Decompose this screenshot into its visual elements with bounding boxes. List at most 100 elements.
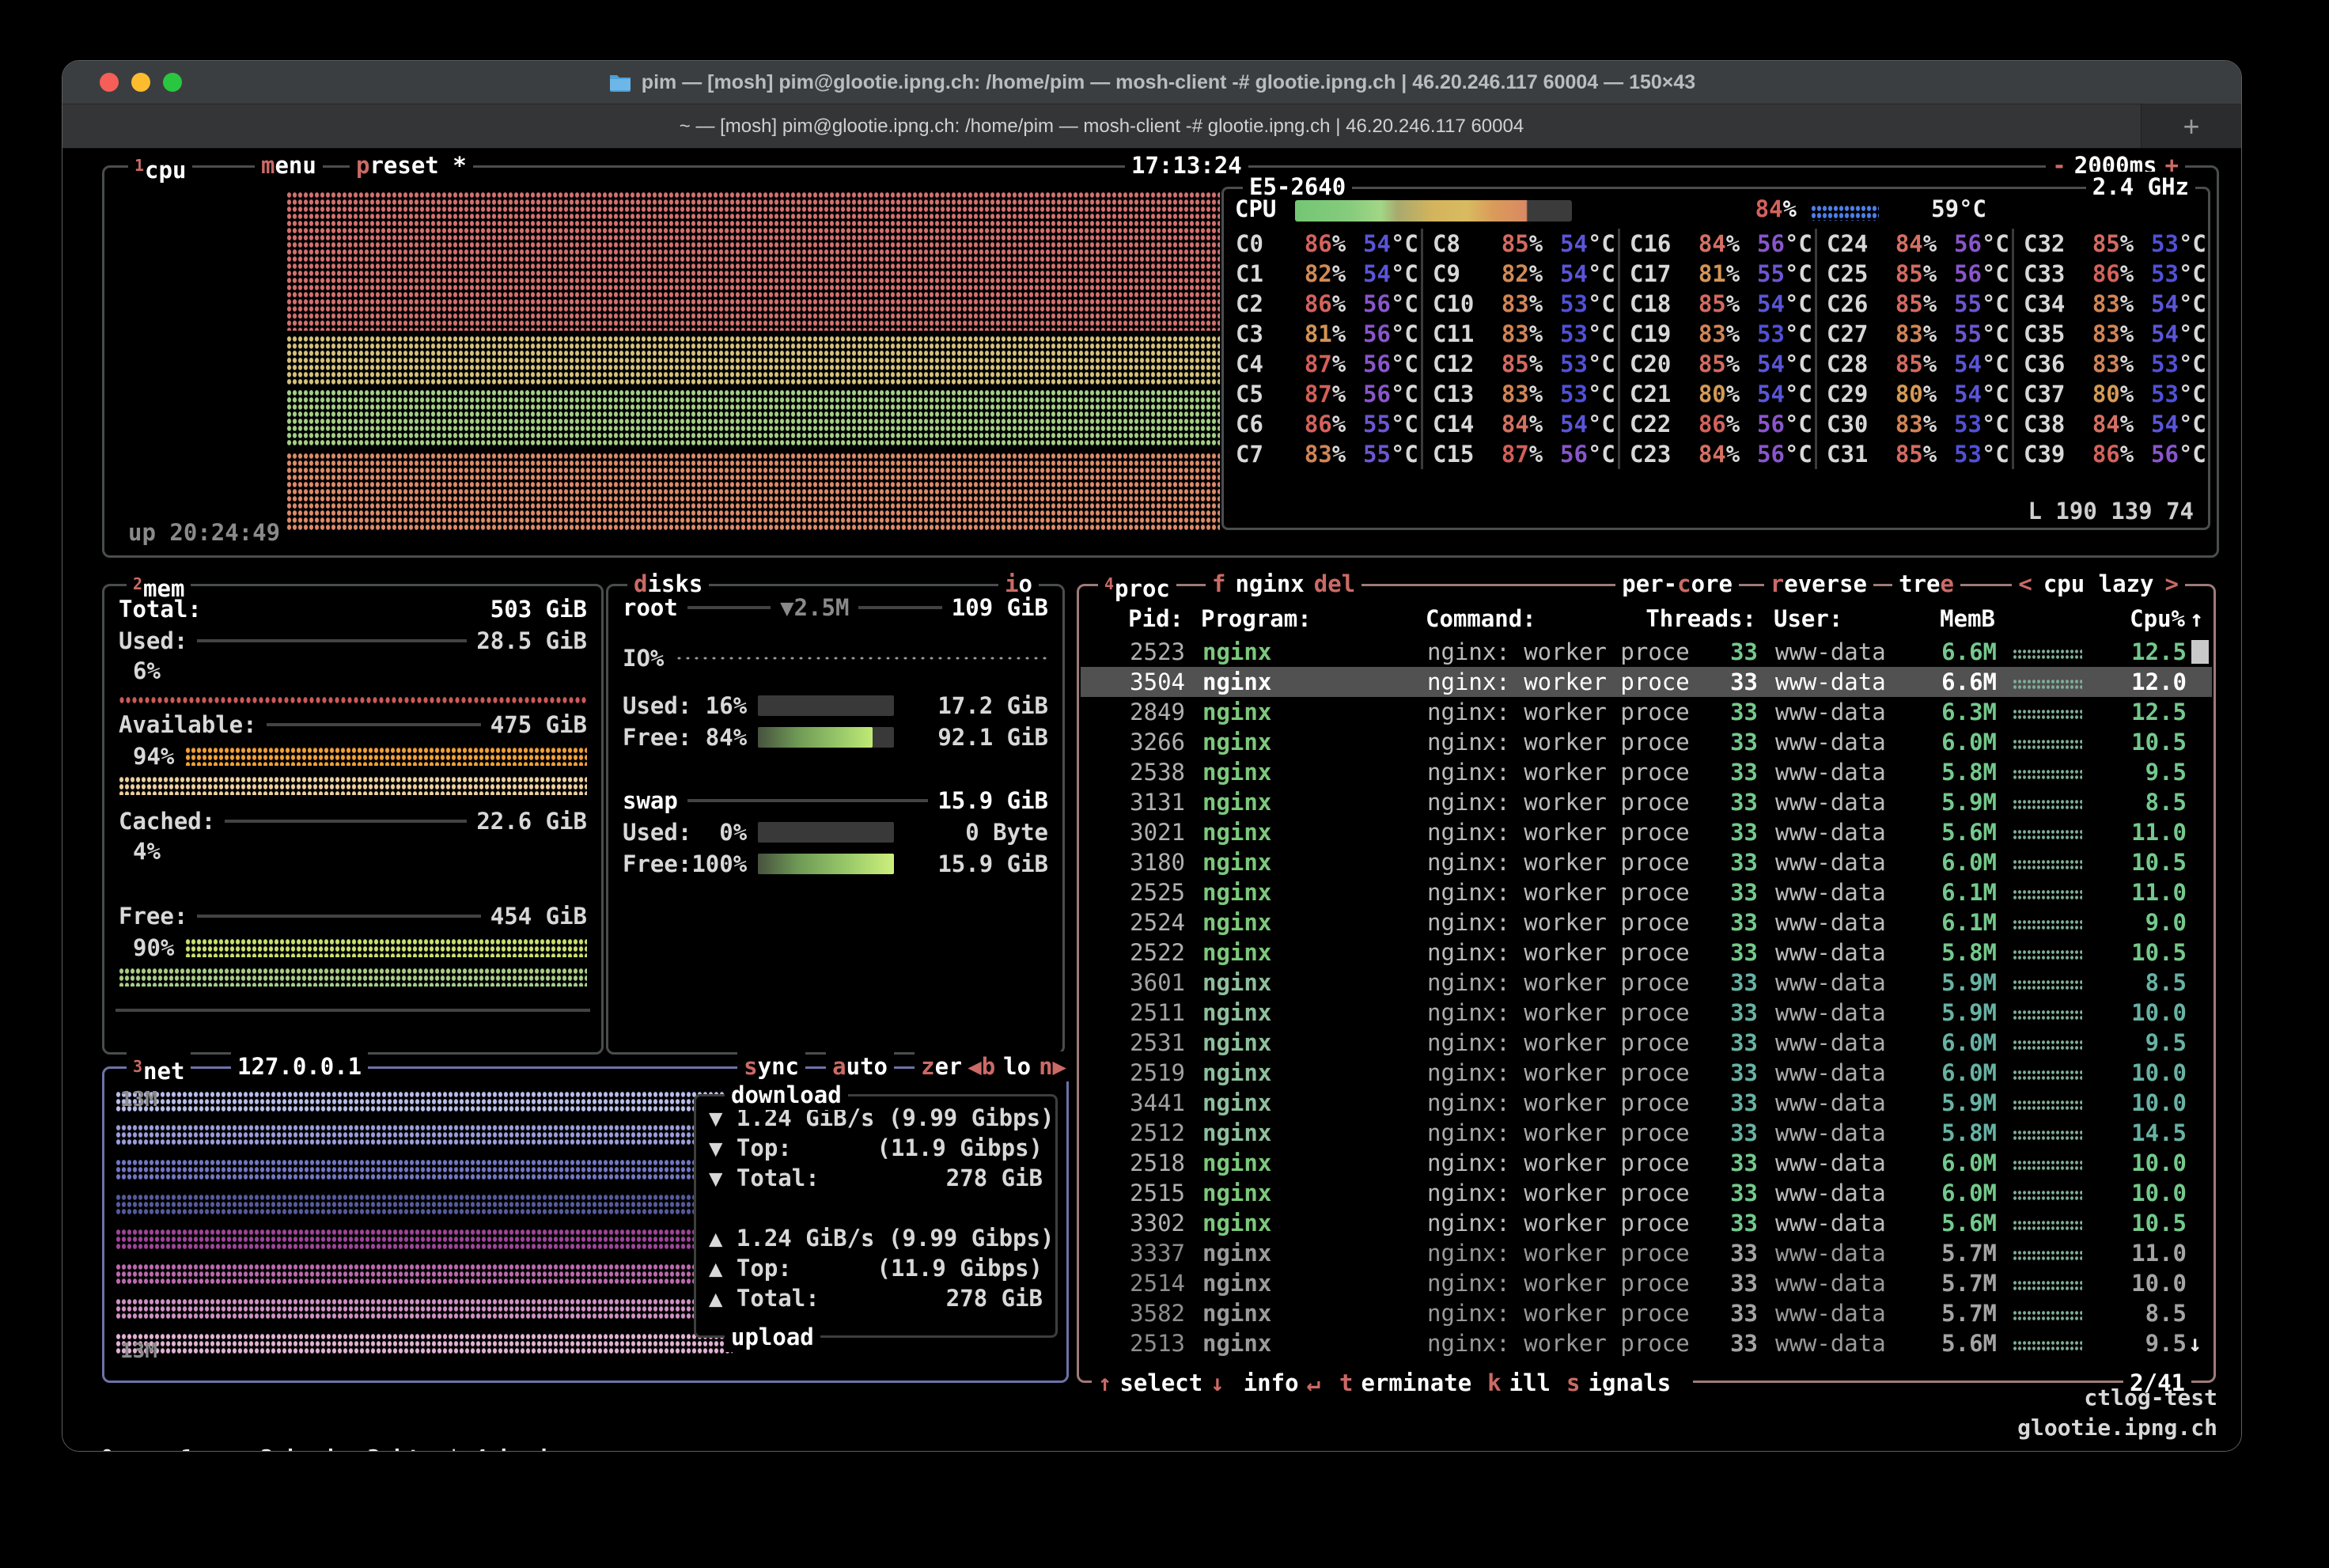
net-auto-button[interactable]: auto bbox=[826, 1051, 894, 1081]
download-label: download bbox=[725, 1080, 848, 1110]
col-command[interactable]: Command: bbox=[1426, 605, 1536, 632]
proc-scrollbar-thumb[interactable] bbox=[2191, 640, 2209, 664]
titlebar: pim — [mosh] pim@glootie.ipng.ch: /home/… bbox=[62, 61, 2241, 104]
process-row[interactable]: 2538nginxnginx: worker proce33www-data5.… bbox=[1081, 757, 2212, 787]
process-row[interactable]: 3266nginxnginx: worker proce33www-data6.… bbox=[1081, 727, 2212, 757]
net-next-iface-button[interactable]: n▶ bbox=[1039, 1053, 1066, 1080]
process-row[interactable]: 3337nginxnginx: worker proce33www-data5.… bbox=[1081, 1238, 2212, 1268]
net-spacer bbox=[696, 1193, 1055, 1223]
cpu-core-row: C086%54°CC885%54°CC1684%56°CC2484%56°CC3… bbox=[1224, 229, 2208, 259]
preset-button[interactable]: preset * bbox=[350, 150, 473, 180]
tmux-windows-line1[interactable]: 0:go 1:go 2:bash- 3:btop* 4:bash bbox=[100, 1443, 647, 1452]
cpu-total-row: CPU 84% 59°C bbox=[1235, 195, 2200, 227]
cpu-mini-graph bbox=[2013, 1250, 2082, 1260]
process-row[interactable]: 2522nginxnginx: worker proce33www-data5.… bbox=[1081, 937, 2212, 968]
tmux-status-bar[interactable]: 0:go 1:go 2:bash- 3:btop* 4:bash 0:bash … bbox=[75, 1383, 2229, 1444]
cpu-core-cell: C2484%56°C bbox=[1815, 229, 2012, 259]
process-row[interactable]: 3302nginxnginx: worker proce33www-data5.… bbox=[1081, 1208, 2212, 1238]
disk-swap-used-row: Used: 0%0 Byte bbox=[623, 817, 1048, 847]
process-row[interactable]: 2514nginxnginx: worker proce33www-data5.… bbox=[1081, 1268, 2212, 1298]
net-box-title[interactable]: 3net bbox=[127, 1051, 191, 1086]
process-row[interactable]: 2524nginxnginx: worker proce33www-data6.… bbox=[1081, 907, 2212, 937]
sort-column-switch[interactable]: <cpu lazy> bbox=[2012, 569, 2185, 599]
process-row[interactable]: 3180nginxnginx: worker proce33www-data6.… bbox=[1081, 847, 2212, 877]
close-button[interactable] bbox=[100, 73, 119, 92]
col-memb[interactable]: MemB bbox=[1876, 605, 1995, 632]
cpu-core-cell: C2286%56°C bbox=[1618, 409, 1815, 439]
process-row[interactable]: 2525nginxnginx: worker proce33www-data6.… bbox=[1081, 877, 2212, 907]
process-row[interactable]: 3504nginxnginx: worker proce33www-data6.… bbox=[1081, 667, 2212, 697]
cpu-core-cell: C1684%56°C bbox=[1618, 229, 1815, 259]
process-row[interactable]: 2519nginxnginx: worker proce33www-data6.… bbox=[1081, 1058, 2212, 1088]
cpu-mini-graph bbox=[2013, 769, 2082, 779]
cpu-mini-graph bbox=[2013, 679, 2082, 689]
zoom-button[interactable] bbox=[163, 73, 182, 92]
process-row[interactable]: 2531nginxnginx: worker proce33www-data6.… bbox=[1081, 1028, 2212, 1058]
net-iface-switch[interactable]: ◀blon▶ bbox=[961, 1051, 1073, 1081]
tree-button[interactable]: tree bbox=[1892, 569, 1960, 599]
proc-filter[interactable]: fnginxdel bbox=[1206, 569, 1361, 599]
process-row[interactable]: 3601nginxnginx: worker proce33www-data5.… bbox=[1081, 968, 2212, 998]
new-tab-button[interactable]: + bbox=[2141, 104, 2241, 148]
interval-minus-button[interactable]: - bbox=[2052, 152, 2066, 179]
process-row[interactable]: 3441nginxnginx: worker proce33www-data5.… bbox=[1081, 1088, 2212, 1118]
upload-rate: ▲ 1.24 GiB/s (9.99 Gibps) bbox=[696, 1223, 1055, 1253]
cpu-core-cell: C686%55°C bbox=[1224, 409, 1421, 439]
process-row[interactable]: 3582nginxnginx: worker proce33www-data5.… bbox=[1081, 1298, 2212, 1328]
cpu-core-cell: C1885%54°C bbox=[1618, 289, 1815, 319]
minimize-button[interactable] bbox=[131, 73, 150, 92]
cpu-box-label: cpu bbox=[145, 157, 186, 184]
cpu-core-row: C587%56°CC1383%53°CC2180%54°CC2980%54°CC… bbox=[1224, 379, 2208, 409]
cpu-core-cell: C2384%56°C bbox=[1618, 439, 1815, 469]
col-user[interactable]: User: bbox=[1774, 605, 1842, 632]
process-row[interactable]: 2849nginxnginx: worker proce33www-data6.… bbox=[1081, 697, 2212, 727]
process-row[interactable]: 2511nginxnginx: worker proce33www-data5.… bbox=[1081, 998, 2212, 1028]
proc-filter-del-button[interactable]: del bbox=[1314, 570, 1355, 597]
disk-root-row: root▼2.5M109 GiB bbox=[623, 593, 1048, 623]
net-sync-button[interactable]: sync bbox=[737, 1051, 805, 1081]
col-threads[interactable]: Threads: bbox=[1633, 605, 1756, 632]
uptime: up 20:24:49 bbox=[128, 519, 280, 546]
cpu-core-row: C381%56°CC1183%53°CC1983%53°CC2783%55°CC… bbox=[1224, 319, 2208, 349]
cpu-mini-graph bbox=[2013, 1280, 2082, 1290]
menu-button[interactable]: menu bbox=[255, 150, 323, 180]
cpu-graph-band-mid bbox=[286, 335, 1220, 384]
clock: 17:13:24 bbox=[1125, 150, 1248, 180]
upload-total: ▲ Total:278 GiB bbox=[696, 1283, 1055, 1313]
process-row[interactable]: 3131nginxnginx: worker proce33www-data5.… bbox=[1081, 787, 2212, 817]
cpu-core-cell: C381%56°C bbox=[1224, 319, 1421, 349]
mem-free-pct: 90% bbox=[119, 933, 587, 963]
tab-title: ~ — [mosh] pim@glootie.ipng.ch: /home/pi… bbox=[680, 116, 1524, 138]
net-prev-iface-button[interactable]: ◀b bbox=[968, 1053, 995, 1080]
cpu-core-cell: C1484%54°C bbox=[1421, 409, 1618, 439]
process-row[interactable]: 2512nginxnginx: worker proce33www-data5.… bbox=[1081, 1118, 2212, 1148]
folder-icon bbox=[608, 72, 632, 93]
process-row[interactable]: 2518nginxnginx: worker proce33www-data6.… bbox=[1081, 1148, 2212, 1178]
cpu-mini-graph bbox=[2013, 1220, 2082, 1230]
col-program[interactable]: Program: bbox=[1201, 605, 1312, 632]
process-row[interactable]: 2515nginxnginx: worker proce33www-data6.… bbox=[1081, 1178, 2212, 1208]
cpu-mini-graph bbox=[2013, 889, 2082, 900]
cpu-core-cell: C2980%54°C bbox=[1815, 379, 2012, 409]
reverse-button[interactable]: reverse bbox=[1764, 569, 1873, 599]
per-core-button[interactable]: per-core bbox=[1615, 569, 1739, 599]
sort-next-button[interactable]: > bbox=[2165, 570, 2179, 597]
proc-box-title[interactable]: 4proc bbox=[1098, 569, 1176, 604]
cpu-mini-graph bbox=[2013, 799, 2082, 809]
process-row[interactable]: 2523nginxnginx: worker proce33www-data6.… bbox=[1081, 637, 2212, 667]
active-tab[interactable]: ~ — [mosh] pim@glootie.ipng.ch: /home/pi… bbox=[62, 104, 2141, 148]
cpu-history-graph bbox=[286, 191, 1220, 532]
cpu-core-cell: C1183%53°C bbox=[1421, 319, 1618, 349]
mem-available-row: Available:475 GiB bbox=[119, 710, 587, 740]
col-cpu[interactable]: Cpu% bbox=[2073, 605, 2185, 632]
process-row[interactable]: 3021nginxnginx: worker proce33www-data5.… bbox=[1081, 817, 2212, 847]
col-pid[interactable]: Pid: bbox=[1079, 605, 1183, 632]
cpu-mini-graph bbox=[2013, 1340, 2082, 1350]
sort-prev-button[interactable]: < bbox=[2018, 570, 2032, 597]
cpu-box-title[interactable]: 1cpu bbox=[128, 150, 192, 185]
cpu-core-cell: C1383%53°C bbox=[1421, 379, 1618, 409]
process-row[interactable]: 2513nginxnginx: worker proce33www-data5.… bbox=[1081, 1328, 2212, 1358]
window-title: pim — [mosh] pim@glootie.ipng.ch: /home/… bbox=[608, 71, 1695, 94]
net-scale-bottom: 13M bbox=[120, 1339, 157, 1363]
cpu-graph-band-high bbox=[286, 191, 1220, 331]
